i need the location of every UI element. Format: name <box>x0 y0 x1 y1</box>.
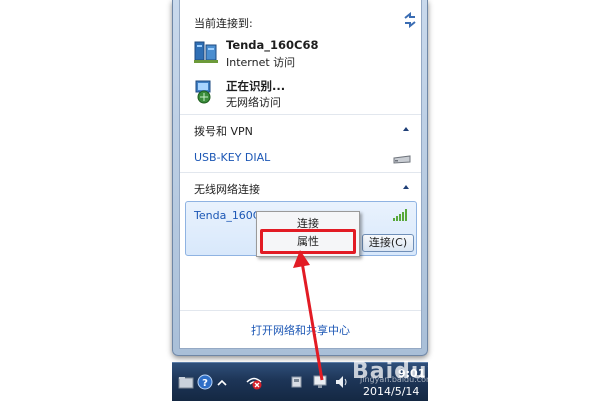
highlight-annotation <box>260 229 356 254</box>
wired-network-icon <box>194 39 218 63</box>
no-wifi-icon[interactable] <box>245 374 262 390</box>
open-network-sharing-center-link[interactable]: 打开网络和共享中心 <box>180 322 421 338</box>
wireless-network-name: Tenda_160C <box>194 209 261 222</box>
signal-strength-icon <box>393 209 409 221</box>
unidentified-network-icon <box>194 79 216 104</box>
divider <box>180 172 421 173</box>
divider <box>180 310 421 311</box>
network-name: 正在识别... <box>226 79 286 93</box>
network-flyout-panel: 当前连接到: Tenda_160C68 Internet 访问 正在识别... … <box>179 0 422 349</box>
current-connection-header: 当前连接到: <box>194 17 253 30</box>
wireless-section-title: 无线网络连接 <box>194 183 260 196</box>
baidu-watermark-url: jingyan.baidu.com <box>360 375 434 384</box>
network-name: Tenda_160C68 <box>226 38 319 52</box>
collapse-chevron-icon[interactable] <box>403 185 409 189</box>
clock-date[interactable]: 2014/5/14 <box>363 385 419 398</box>
refresh-icon[interactable] <box>402 11 418 29</box>
connect-button[interactable]: 连接(C) <box>362 234 414 252</box>
folder-icon[interactable] <box>178 374 194 390</box>
collapse-chevron-icon[interactable] <box>403 127 409 131</box>
modem-icon <box>392 153 412 165</box>
divider <box>180 114 421 115</box>
usb-key-dial-item[interactable]: USB-KEY DIAL <box>194 151 270 164</box>
network-tray-icon[interactable] <box>312 374 328 390</box>
svg-text:?: ? <box>202 378 208 389</box>
dialup-vpn-section-title: 拨号和 VPN <box>194 125 253 138</box>
network-status: Internet 访问 <box>226 56 296 69</box>
help-icon[interactable]: ? <box>197 374 213 390</box>
chevron-up-icon[interactable] <box>217 377 233 393</box>
network-status: 无网络访问 <box>226 96 281 109</box>
volume-icon[interactable] <box>334 374 350 390</box>
speaker-icon[interactable] <box>289 374 305 390</box>
network-flyout: 当前连接到: Tenda_160C68 Internet 访问 正在识别... … <box>172 0 428 356</box>
